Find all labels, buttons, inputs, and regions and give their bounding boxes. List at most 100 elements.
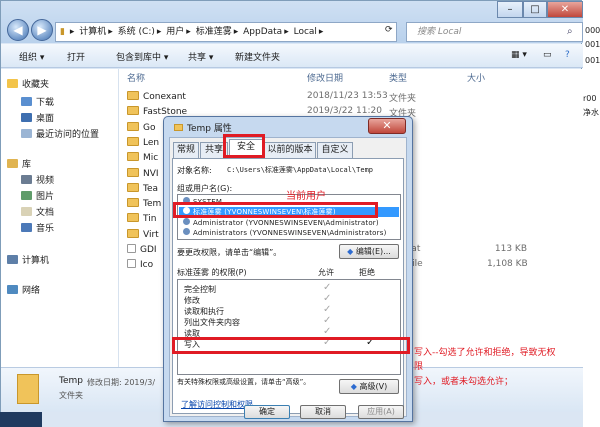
user-row-administrators[interactable]: Administrators (YVONNESWINSEVEN\Administ… (183, 228, 387, 237)
tab-general[interactable]: 常规 (173, 142, 199, 158)
special-permissions-hint: 有关特殊权限或高级设置，请单击“高级”。 (177, 378, 311, 386)
help-icon[interactable]: ? (565, 50, 570, 60)
include-in-library-button[interactable]: 包含到库中 ▾ (116, 50, 168, 63)
dialog-close-button[interactable]: ✕ (368, 118, 406, 134)
folder-icon (127, 198, 139, 208)
cancel-button[interactable]: 取消 (300, 405, 346, 419)
row-name: Len (143, 137, 160, 148)
learn-access-control-link[interactable]: 了解访问控制和权限 (181, 399, 253, 410)
sidebar-item-documents[interactable]: 文档 (21, 205, 54, 218)
breadcrumb-separator-icon: ▸ (69, 27, 75, 37)
row-size: 113 KB (494, 244, 527, 254)
folder-icon (174, 124, 183, 131)
annotation-current-user: 当前用户 (286, 191, 326, 202)
column-header-type[interactable]: 类型 (389, 71, 407, 84)
folder-icon (127, 106, 139, 116)
folder-icon (127, 228, 139, 238)
sidebar-item-downloads[interactable]: 下载 (21, 95, 54, 108)
videos-icon (21, 175, 32, 184)
advanced-button[interactable]: ◆ 高级(V) (339, 379, 399, 394)
edge-text: 001 (585, 40, 600, 49)
row-name: Tea (143, 183, 159, 194)
edit-button[interactable]: ◆ 编辑(E)... (339, 244, 399, 259)
start-area[interactable] (0, 412, 42, 427)
new-folder-button[interactable]: 新建文件夹 (235, 50, 280, 63)
details-name: Temp (59, 376, 83, 386)
folder-icon (127, 91, 139, 100)
column-header-size[interactable]: 大小 (467, 71, 485, 84)
folder-icon (127, 136, 139, 146)
breadcrumb-drive[interactable]: 系统 (C:) (118, 27, 155, 37)
refresh-icon[interactable]: ⟳ (385, 25, 393, 35)
ok-button[interactable]: 确定 (244, 405, 290, 419)
address-bar[interactable]: ▮ ▸ 计算机 ▸ 系统 (C:) ▸ 用户 ▸ 标准莲雾 ▸ AppData ▸ Loc… (55, 22, 397, 42)
edge-text: 净水 (583, 108, 599, 117)
allow-check-icon: ✓ (323, 315, 332, 326)
sidebar-network[interactable]: 网络 (7, 283, 40, 296)
sidebar-item-recent[interactable]: 最近访问的位置 (21, 127, 99, 140)
permission-name: 列出文件夹内容 (184, 318, 240, 327)
sidebar-item-videos[interactable]: 视频 (21, 173, 54, 186)
sidebar-favorites[interactable]: 收藏夹 (7, 77, 49, 90)
tab-previous-versions[interactable]: 以前的版本 (264, 142, 316, 158)
permission-name: 修改 (184, 296, 200, 305)
sidebar-item-music[interactable]: 音乐 (21, 221, 54, 234)
dialog-body: 常规 共享 安全 以前的版本 自定义 对象名称: C:\Users\标准莲雾\A… (169, 137, 407, 417)
file-icon (127, 259, 136, 269)
apply-button[interactable]: 应用(A) (358, 405, 404, 419)
column-header-name[interactable]: 名称 (127, 71, 145, 84)
open-button[interactable]: 打开 (67, 50, 85, 63)
title-bar: – □ ✕ ◀ ▶ ▮ ▸ 计算机 ▸ 系统 (C:) ▸ 用户 ▸ 标准莲雾 ▸ Ap… (1, 1, 583, 43)
row-date: 2018/11/23 13:53 (307, 91, 388, 101)
permissions-label: 标准莲雾 的权限(P) (177, 268, 247, 277)
share-button[interactable]: 共享 ▾ (188, 50, 213, 63)
breadcrumb-computer[interactable]: 计算机 (79, 27, 106, 37)
background-window-edge: 000 001 001 r00 净水 (583, 0, 600, 427)
breadcrumb-local[interactable]: Local (294, 27, 317, 37)
permission-name: 读取和执行 (184, 307, 224, 316)
annotation-box-write-row (172, 337, 410, 354)
sidebar-computer[interactable]: 计算机 (7, 253, 49, 266)
tab-customize[interactable]: 自定义 (317, 142, 353, 158)
close-window-button[interactable]: ✕ (547, 1, 583, 18)
view-options-icon[interactable]: ▦ ▾ (511, 50, 527, 60)
downloads-icon (21, 97, 32, 106)
row-date: 2019/3/22 11:20 (307, 106, 382, 117)
deny-column-header: 拒绝 (359, 268, 375, 277)
minimize-button[interactable]: – (497, 1, 523, 18)
search-input[interactable]: 搜索 Local (406, 22, 583, 42)
sidebar-libraries[interactable]: 库 (7, 157, 31, 170)
forward-button[interactable]: ▶ (31, 19, 53, 41)
details-modified: 修改日期: 2019/3/ (87, 378, 156, 387)
file-icon (127, 244, 136, 253)
column-header-date[interactable]: 修改日期 (307, 71, 343, 84)
sidebar-item-pictures[interactable]: 图片 (21, 189, 54, 202)
sidebar-item-desktop[interactable]: 桌面 (21, 111, 54, 124)
edge-text: r00 (583, 94, 597, 103)
row-size: 1,108 KB (487, 259, 528, 270)
annotation-write-note-1: 写入--勾选了允许和拒绝，导致无权 (414, 348, 556, 358)
breadcrumb-users[interactable]: 用户 (166, 27, 184, 37)
row-name: Go (143, 122, 156, 133)
row-name: NVI (143, 168, 159, 179)
row-name: Virt (143, 229, 159, 240)
organize-button[interactable]: 组织 ▾ (19, 50, 44, 63)
back-button[interactable]: ◀ (7, 19, 29, 41)
maximize-button[interactable]: □ (523, 1, 547, 18)
pictures-icon (21, 191, 32, 200)
breadcrumb-user[interactable]: 标准莲雾 (196, 27, 232, 37)
table-row[interactable]: Conexant 2018/11/23 13:53 文件夹 (127, 91, 577, 107)
group-users-label: 组或用户名(G): (177, 184, 233, 193)
network-icon (7, 285, 18, 294)
edge-text: 001 (585, 56, 600, 65)
library-icon (7, 159, 18, 168)
user-row-administrator[interactable]: Administrator (YVONNESWINSEVEN\Administr… (183, 218, 379, 227)
folder-icon (17, 374, 39, 404)
breadcrumb-appdata[interactable]: AppData (243, 27, 282, 37)
allow-check-icon: ✓ (323, 293, 332, 304)
preview-pane-icon[interactable]: ▭ (543, 50, 552, 60)
computer-icon (7, 255, 18, 264)
annotation-write-note-2: 写入，或者未勾选允许； (414, 377, 514, 387)
folder-icon (127, 167, 139, 177)
star-icon (7, 79, 18, 88)
